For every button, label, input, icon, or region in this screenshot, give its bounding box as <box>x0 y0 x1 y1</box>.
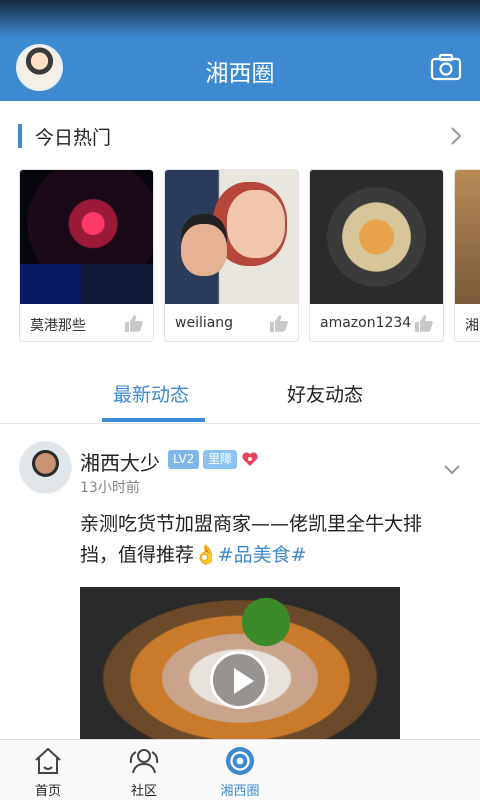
page-title: 湘西圈 <box>205 61 275 87</box>
level-badge: LV2 <box>168 450 200 469</box>
hot-card-image <box>165 170 298 304</box>
hot-card-image <box>20 170 153 304</box>
chevron-down-icon[interactable] <box>442 463 462 477</box>
hot-card-label: amazon1234 <box>320 315 412 331</box>
role-badge: 里障 <box>203 450 238 469</box>
thumbs-up-icon[interactable] <box>413 313 433 333</box>
hot-card[interactable]: 莫港那些 <box>19 169 154 342</box>
home-icon <box>35 747 61 774</box>
thumbs-up-icon[interactable] <box>268 313 288 333</box>
post-content: 亲测吃货节加盟商家——佬凯里全牛大排 挡，值得推荐👌#品美食# <box>80 509 450 571</box>
feed-tabs: 最新动态 好友动态 <box>0 368 480 424</box>
hot-card-label: 莫港那些 <box>30 318 86 334</box>
hot-card-label: 湘 <box>465 318 479 334</box>
nav-label: 社区 <box>130 784 157 799</box>
thumbs-up-icon[interactable] <box>123 313 143 333</box>
nav-label: 湘西圈 <box>220 784 260 799</box>
hot-section-header[interactable]: 今日热门 <box>0 101 480 159</box>
post-video-thumbnail[interactable] <box>80 587 400 739</box>
active-tab-indicator <box>102 418 205 422</box>
section-accent-bar <box>18 124 22 148</box>
camera-icon[interactable] <box>430 52 462 82</box>
post-time: 13小时前 <box>80 480 140 496</box>
post-hashtag[interactable]: #品美食# <box>218 544 307 566</box>
heart-badge-icon <box>242 452 258 466</box>
circle-icon <box>226 747 254 775</box>
author-avatar[interactable] <box>19 441 72 494</box>
hot-card-image <box>310 170 443 304</box>
community-icon <box>129 749 159 774</box>
post-text-line: 亲测吃货节加盟商家——佬凯里全牛大排 <box>80 513 423 535</box>
play-icon[interactable] <box>210 651 268 709</box>
hot-card-image <box>455 170 480 304</box>
chevron-right-icon[interactable] <box>449 125 463 147</box>
nav-item-community[interactable]: 社区 <box>96 740 192 800</box>
status-bar <box>0 0 480 38</box>
hot-card[interactable]: amazon1234 <box>309 169 444 342</box>
nav-item-xiangxi-circle[interactable]: 湘西圈 <box>192 740 288 800</box>
hot-section-title: 今日热门 <box>35 127 112 149</box>
tab-latest[interactable]: 最新动态 <box>113 380 189 407</box>
feed-post[interactable]: 湘西大少 LV2 里障 13小时前 亲测吃货节加盟商家——佬凯里全牛大排 挡，值… <box>0 425 480 739</box>
hot-card[interactable]: weiliang <box>164 169 299 342</box>
app-header: 湘西圈 <box>0 38 480 101</box>
author-name[interactable]: 湘西大少 <box>80 447 160 476</box>
hot-card[interactable]: 湘 <box>454 169 480 342</box>
post-text-line: 挡，值得推荐👌 <box>80 544 218 566</box>
nav-label: 首页 <box>34 784 61 799</box>
nav-item-home[interactable]: 首页 <box>0 740 96 800</box>
tab-friends[interactable]: 好友动态 <box>287 380 363 407</box>
bottom-nav: 首页 社区 湘西圈 <box>0 739 480 800</box>
food-garnish <box>230 597 320 647</box>
hot-card-label: weiliang <box>175 315 234 331</box>
